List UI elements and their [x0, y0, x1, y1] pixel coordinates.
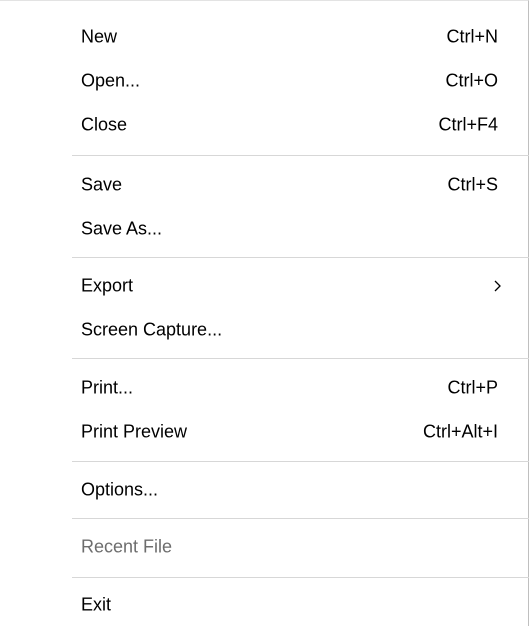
menu-item-print-preview[interactable]: Print Preview Ctrl+Alt+I	[0, 410, 529, 454]
menu-item-close[interactable]: Close Ctrl+F4	[0, 103, 529, 147]
menu-item-print[interactable]: Print... Ctrl+P	[0, 366, 529, 410]
menu-item-screen-capture-label: Screen Capture...	[81, 319, 223, 340]
menu-separator	[72, 577, 529, 578]
menu-separator	[72, 257, 529, 258]
chevron-right-icon	[494, 280, 501, 292]
menu-item-new-shortcut: Ctrl+N	[446, 26, 498, 47]
menu-item-save-shortcut: Ctrl+S	[447, 174, 498, 195]
menu-item-close-label: Close	[81, 114, 128, 135]
menu-item-options-label: Options...	[81, 479, 159, 500]
menu-separator	[72, 518, 529, 519]
menu-item-exit[interactable]: Exit	[0, 583, 529, 626]
menu-item-print-label: Print...	[81, 377, 134, 398]
menu-item-new-label: New	[81, 26, 118, 47]
menu-item-print-preview-shortcut: Ctrl+Alt+I	[422, 421, 498, 442]
menu-item-open-label: Open...	[81, 70, 141, 91]
menu-item-screen-capture[interactable]: Screen Capture...	[0, 308, 529, 352]
menu-item-print-preview-label: Print Preview	[81, 421, 188, 442]
file-menu: New Ctrl+N Open... Ctrl+O Close Ctrl+F4 …	[0, 0, 529, 626]
menu-separator	[72, 155, 529, 156]
menu-item-open[interactable]: Open... Ctrl+O	[0, 59, 529, 103]
menu-separator	[72, 358, 529, 359]
menu-item-exit-label: Exit	[81, 594, 112, 615]
menu-separator	[72, 461, 529, 462]
menu-item-open-shortcut: Ctrl+O	[445, 70, 498, 91]
menu-item-close-shortcut: Ctrl+F4	[438, 114, 498, 135]
menu-item-recent-file-label: Recent File	[81, 536, 173, 557]
menu-item-save-as-label: Save As...	[81, 218, 163, 239]
menu-item-export-label: Export	[81, 275, 134, 296]
menu-item-options[interactable]: Options...	[0, 468, 529, 512]
menu-item-print-shortcut: Ctrl+P	[447, 377, 498, 398]
menu-item-save-as[interactable]: Save As...	[0, 207, 529, 251]
menu-item-export[interactable]: Export	[0, 264, 529, 308]
menu-item-save[interactable]: Save Ctrl+S	[0, 163, 529, 207]
menu-item-save-label: Save	[81, 174, 123, 195]
menu-item-recent-file: Recent File	[0, 525, 529, 569]
menu-item-new[interactable]: New Ctrl+N	[0, 15, 529, 59]
